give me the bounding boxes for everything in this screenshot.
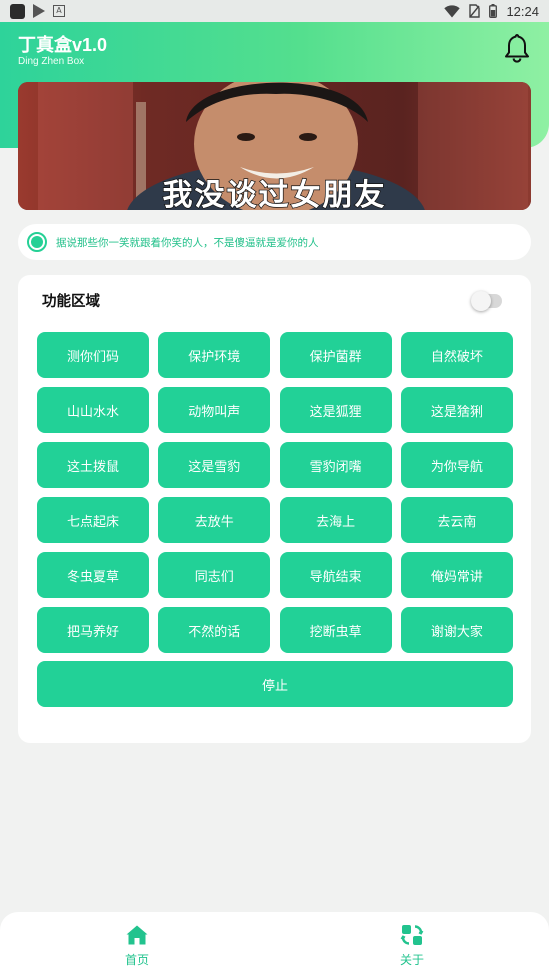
function-button[interactable]: 同志们 (158, 552, 271, 598)
function-button[interactable]: 去海上 (279, 497, 392, 543)
function-button[interactable]: 这是雪豹 (158, 442, 271, 488)
battery-icon (489, 4, 498, 18)
function-button[interactable]: 挖断虫草 (279, 607, 392, 653)
play-store-icon (33, 4, 45, 18)
app-subtitle: Ding Zhen Box (18, 56, 85, 67)
function-button[interactable]: 雪豹闭嘴 (279, 442, 392, 488)
a-icon: A (53, 5, 65, 17)
no-sim-icon (469, 4, 481, 18)
status-bar: A 12:24 (0, 0, 549, 22)
function-button[interactable]: 把马养好 (37, 607, 149, 653)
function-toggle[interactable] (471, 291, 502, 311)
function-button[interactable]: 七点起床 (37, 497, 149, 543)
function-button[interactable]: 为你导航 (400, 442, 513, 488)
function-button[interactable]: 去云南 (400, 497, 513, 543)
function-button-grid: 测你们码 保护环境 保护菌群 自然破坏 山山水水 动物叫声 这是狐狸 这是猞猁 … (37, 332, 513, 653)
function-button[interactable]: 这是猞猁 (400, 387, 513, 433)
nav-item-home[interactable]: 首页 (77, 912, 197, 976)
notice-text: 据说那些你一笑就跟着你笑的人，不是傻逼就是爱你的人 (56, 236, 319, 249)
nav-label-home: 首页 (124, 953, 149, 967)
function-button[interactable]: 导航结束 (279, 552, 392, 598)
function-button[interactable]: 俺妈常讲 (400, 552, 513, 598)
banner-image[interactable]: 我没谈过女朋友 (18, 82, 531, 210)
nav-label-about: 关于 (399, 953, 424, 967)
wifi-icon (444, 4, 461, 17)
apps-icon (400, 925, 424, 945)
status-time: 12:24 (506, 3, 539, 19)
function-button[interactable]: 这是狐狸 (279, 387, 392, 433)
function-button[interactable]: 自然破坏 (400, 332, 513, 378)
function-button[interactable]: 去放牛 (158, 497, 271, 543)
function-button[interactable]: 测你们码 (37, 332, 149, 378)
function-button[interactable]: 保护环境 (158, 332, 271, 378)
app-title: 丁真盒v1.0 (18, 35, 108, 55)
function-button[interactable]: 谢谢大家 (400, 607, 513, 653)
function-button[interactable]: 不然的话 (158, 607, 271, 653)
function-button[interactable]: 冬虫夏草 (37, 552, 149, 598)
toggle-knob (471, 291, 491, 311)
notice-dot-icon (27, 232, 47, 252)
bell-icon[interactable] (503, 33, 531, 63)
bottom-nav: 首页 关于 (0, 912, 549, 976)
function-button[interactable]: 保护菌群 (279, 332, 392, 378)
app-square-icon (10, 3, 25, 19)
stop-button[interactable]: 停止 (37, 661, 513, 707)
notice-bar: 据说那些你一笑就跟着你笑的人，不是傻逼就是爱你的人 (18, 224, 531, 260)
function-panel: 功能区域 测你们码 保护环境 保护菌群 自然破坏 山山水水 动物叫声 这是狐狸 … (18, 275, 531, 743)
banner-caption: 我没谈过女朋友 (162, 177, 387, 210)
function-area-title: 功能区域 (42, 294, 100, 310)
nav-item-about[interactable]: 关于 (352, 912, 472, 976)
function-button[interactable]: 动物叫声 (158, 387, 271, 433)
function-button[interactable]: 山山水水 (37, 387, 149, 433)
home-icon (126, 925, 148, 945)
function-button[interactable]: 这土拨鼠 (37, 442, 149, 488)
